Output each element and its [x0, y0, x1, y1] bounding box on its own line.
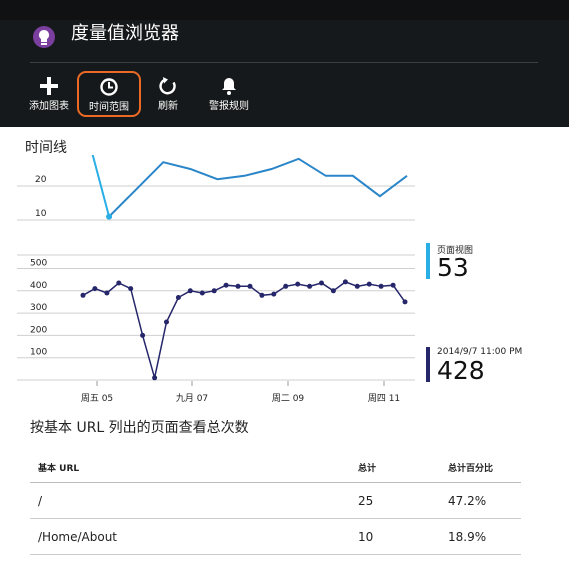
data-point	[116, 280, 122, 286]
lightbulb-icon	[33, 26, 55, 48]
data-point	[271, 291, 277, 297]
data-point	[342, 279, 348, 285]
table-row[interactable]: /Home/About 10 18.9%	[30, 518, 521, 555]
series-line	[82, 281, 406, 379]
data-point	[319, 280, 324, 286]
x-tick-label: 周二 09	[272, 393, 305, 404]
y-tick-label: 300	[30, 303, 47, 313]
alert-rules-label: 警报规则	[209, 101, 249, 112]
data-point	[128, 286, 134, 292]
add-chart-label: 添加图表	[29, 101, 69, 112]
clock-icon	[79, 77, 139, 101]
data-point	[307, 283, 313, 289]
data-point	[80, 292, 86, 298]
metric1-color-bar	[426, 243, 430, 279]
data-point	[92, 286, 98, 292]
refresh-icon	[150, 76, 186, 100]
table-title: 按基本 URL 列出的页面查看总次数	[30, 420, 249, 436]
y-tick-label: 10	[35, 209, 47, 219]
col-header-url[interactable]: 基本 URL	[30, 452, 350, 483]
plus-icon	[26, 76, 72, 100]
data-point	[295, 281, 301, 287]
data-point	[175, 295, 181, 300]
y-tick-label: 100	[30, 348, 47, 358]
table-header-row: 基本 URL 总计 总计百分比	[30, 452, 521, 483]
col-header-percent[interactable]: 总计百分比	[440, 452, 521, 483]
data-point	[366, 281, 372, 287]
series-line	[108, 157, 408, 218]
y-tick-label: 20	[35, 175, 47, 185]
alert-rules-button[interactable]: 警报规则	[205, 72, 253, 118]
refresh-button[interactable]: 刷新	[150, 72, 186, 118]
bell-icon	[205, 76, 253, 100]
url-cell: /	[30, 482, 350, 519]
col-header-total[interactable]: 总计	[350, 452, 440, 483]
data-point	[187, 288, 193, 294]
x-tick-label: 周四 11	[368, 393, 400, 404]
table-row[interactable]: / 25 47.2%	[30, 482, 521, 519]
timeline-title: 时间线	[25, 140, 67, 156]
data-point	[152, 375, 158, 381]
y-tick-label: 400	[30, 281, 47, 291]
data-point	[104, 290, 110, 296]
percent-cell: 18.9%	[440, 518, 521, 555]
data-point	[402, 299, 408, 305]
refresh-label: 刷新	[158, 101, 178, 112]
x-tick-label: 周五 05	[81, 393, 113, 404]
top-command-bar: 度量值浏览器 添加图表 时间范围 刷新 警报规则	[0, 0, 569, 127]
data-point	[378, 283, 384, 289]
header-divider	[30, 62, 538, 63]
page-title: 度量值浏览器	[71, 23, 179, 44]
url-cell: /Home/About	[30, 518, 350, 555]
y-tick-label: 200	[30, 325, 47, 335]
add-chart-button[interactable]: 添加图表	[26, 72, 72, 118]
data-point	[354, 283, 360, 289]
data-point	[164, 319, 169, 325]
x-tick-label: 九月 07	[176, 393, 208, 404]
url-table: 基本 URL 总计 总计百分比 / 25 47.2% /Home/About 1…	[30, 452, 521, 555]
data-point	[247, 283, 253, 289]
data-point	[211, 288, 217, 294]
y-tick-label: 500	[30, 259, 47, 269]
top-band	[0, 0, 569, 20]
data-point	[283, 283, 289, 289]
data-point	[259, 292, 265, 298]
data-point	[106, 213, 113, 220]
data-point	[235, 283, 241, 289]
metric2-color-bar	[426, 347, 430, 382]
metric2-value: 428	[437, 356, 485, 385]
data-point	[140, 332, 146, 338]
percent-cell: 47.2%	[440, 482, 521, 519]
data-point	[330, 288, 336, 294]
data-point	[223, 282, 229, 288]
metric1-value: 53	[437, 253, 469, 282]
data-point	[199, 290, 205, 296]
data-point	[390, 282, 396, 288]
time-range-button[interactable]: 时间范围	[77, 71, 141, 117]
total-cell: 10	[350, 518, 440, 555]
total-cell: 25	[350, 482, 440, 519]
time-range-label: 时间范围	[89, 102, 129, 113]
